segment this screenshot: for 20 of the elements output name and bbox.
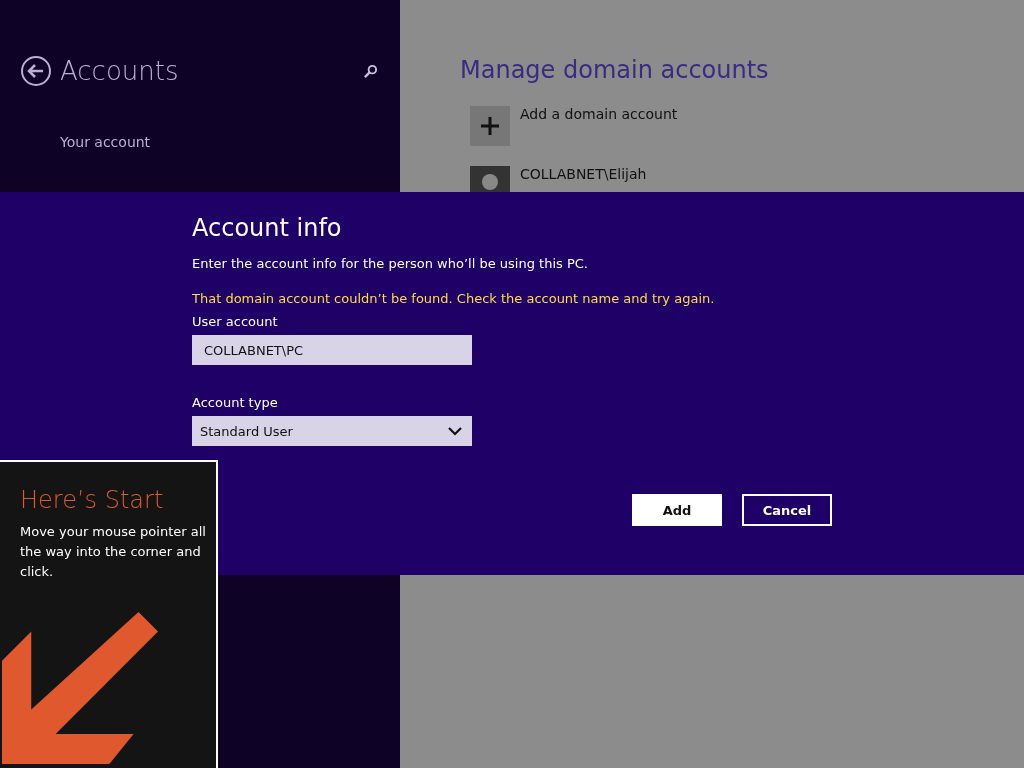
- sidebar-item[interactable]: Your account: [60, 134, 400, 150]
- intro-text: Enter the account info for the person who’ll be using this PC.: [192, 256, 589, 271]
- page-title: Manage domain accounts: [460, 56, 770, 84]
- back-icon[interactable]: [20, 55, 52, 87]
- add-button[interactable]: Add: [632, 494, 722, 526]
- field-label: User account: [192, 314, 279, 329]
- user-account-field[interactable]: COLLABNET\PC: [192, 335, 472, 365]
- error-message: That domain account couldn’t be found. Check the account name and try again.: [192, 291, 716, 306]
- dialog-title: Account info: [192, 214, 343, 242]
- account-type-dropdown[interactable]: Standard User: [192, 416, 472, 446]
- field-label: Account type: [192, 395, 279, 410]
- plus-icon[interactable]: [470, 106, 510, 146]
- tip-text: Move your mouse pointer all the way into the corner and click.: [20, 523, 207, 581]
- account-link[interactable]: COLLABNET\Elijah: [520, 166, 647, 182]
- search-icon[interactable]: [363, 63, 378, 79]
- account-link[interactable]: Add a domain account: [520, 106, 678, 122]
- chevron-icon: [448, 426, 462, 436]
- cancel-button[interactable]: Cancel: [742, 494, 832, 526]
- pane-title: Accounts: [60, 56, 180, 86]
- tip-title: Here’s Start: [20, 486, 165, 514]
